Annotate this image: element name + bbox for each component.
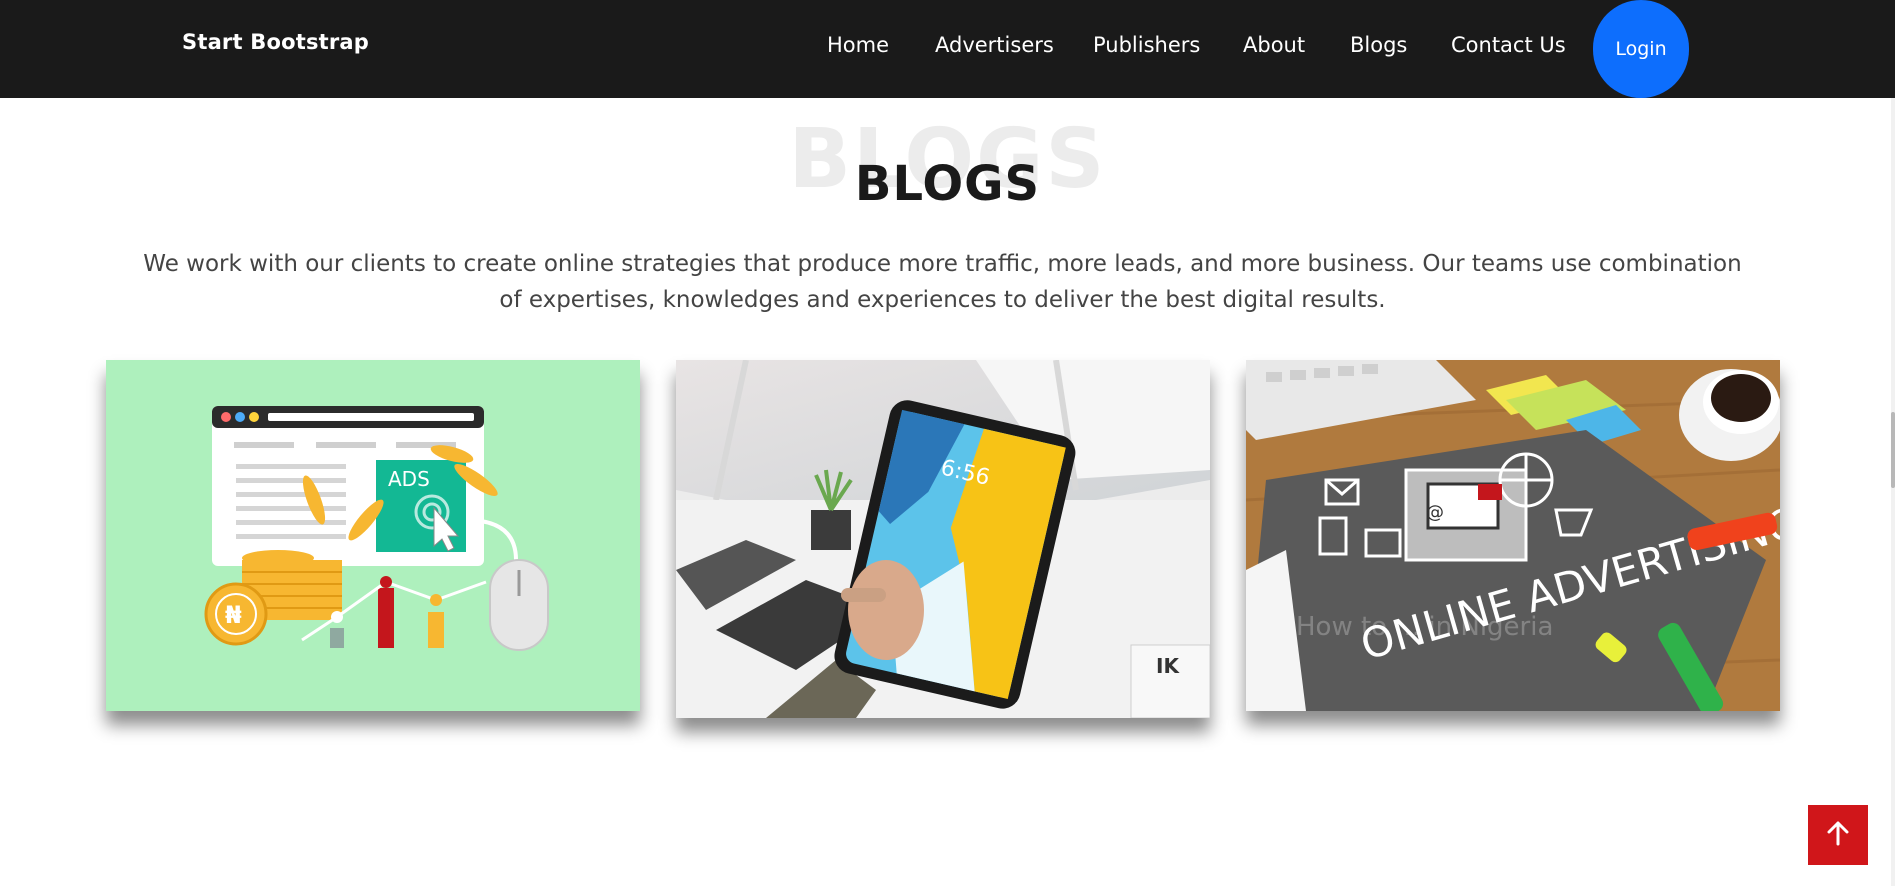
tablet-in-hand-photo: IK 6:56 [676, 360, 1210, 718]
arrow-up-icon [1825, 820, 1851, 850]
navbar: Start Bootstrap Home Advertisers Publish… [0, 0, 1895, 98]
blog-card-1[interactable]: ADS ₦ [106, 360, 640, 711]
online-advertising-photo: @ ONLINE ADVERTISING [1246, 360, 1780, 711]
back-to-top-button[interactable] [1808, 805, 1868, 865]
scrollbar[interactable] [1891, 98, 1895, 886]
section-description: We work with our clients to create onlin… [143, 251, 1742, 313]
scrollbar-thumb[interactable] [1891, 412, 1895, 488]
card-overlay-text: How to ... in Nigeria [1296, 612, 1554, 642]
svg-text:IK: IK [1156, 654, 1180, 678]
nav-link-home[interactable]: Home [827, 33, 889, 57]
blog-card-3[interactable]: @ ONLINE ADVERTISING How to ... in Niger… [1246, 360, 1780, 711]
blog-card-2[interactable]: IK 6:56 [676, 360, 1210, 718]
nav-link-publishers[interactable]: Publishers [1093, 33, 1200, 57]
nav-link-advertisers[interactable]: Advertisers [935, 33, 1054, 57]
ads-label: ADS [388, 467, 430, 491]
nav-link-blogs[interactable]: Blogs [1350, 33, 1407, 57]
section-title: BLOGS [854, 156, 1041, 212]
svg-text:@: @ [1426, 502, 1444, 523]
brand-logo[interactable]: Start Bootstrap [182, 30, 369, 54]
login-button[interactable]: Login [1593, 0, 1689, 98]
nav-link-about[interactable]: About [1243, 33, 1305, 57]
digital-ads-illustration: ADS ₦ [106, 360, 640, 711]
nav-link-contact-us[interactable]: Contact Us [1451, 33, 1566, 57]
svg-text:₦: ₦ [225, 601, 242, 629]
